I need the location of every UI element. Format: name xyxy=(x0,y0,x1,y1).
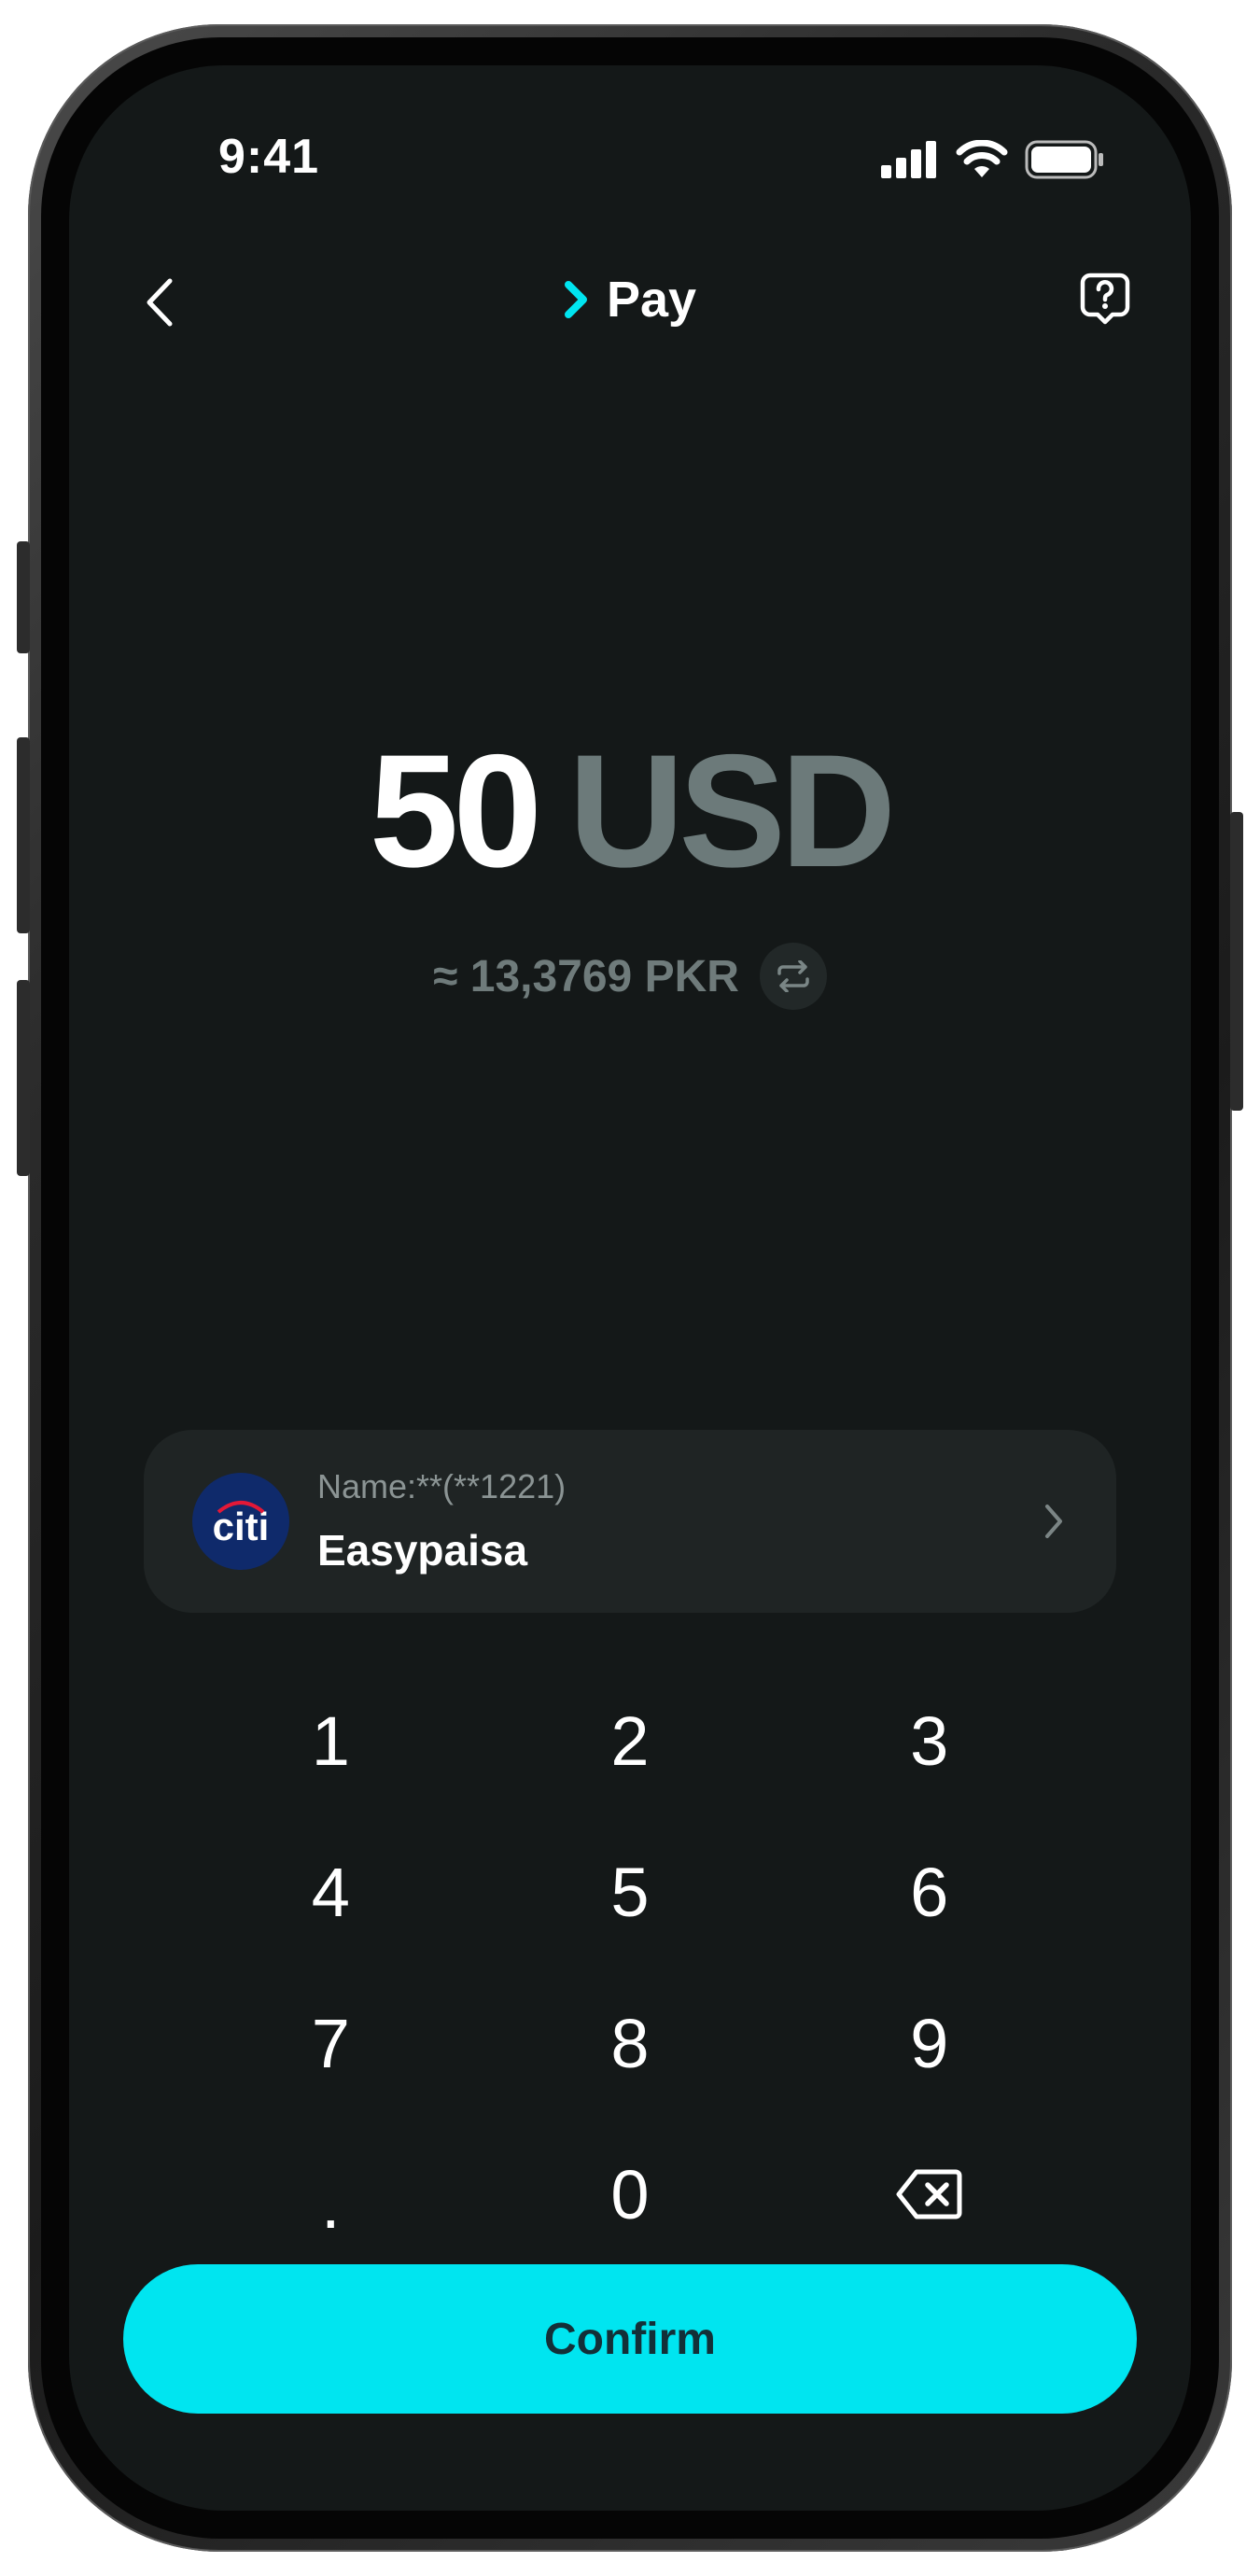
chevron-right-accent-icon xyxy=(564,281,587,318)
status-time: 9:41 xyxy=(218,130,320,184)
help-button[interactable] xyxy=(1075,269,1135,329)
help-bubble-icon xyxy=(1080,273,1130,325)
chevron-right-icon xyxy=(1045,1505,1062,1538)
app-screen: 9:41 Pay 50 USD ≈ 13,3769 PKR citi Name:… xyxy=(69,65,1191,2511)
key-7[interactable]: 7 xyxy=(181,1967,481,2119)
battery-icon xyxy=(1025,140,1103,179)
key-1[interactable]: 1 xyxy=(181,1665,481,1816)
account-bank-name: Easypaisa xyxy=(317,1526,528,1575)
wifi-icon xyxy=(956,140,1008,177)
power-button xyxy=(1230,812,1243,1111)
amount-currency: USD xyxy=(568,721,896,901)
key-3[interactable]: 3 xyxy=(779,1665,1079,1816)
numeric-keypad: 1 2 3 4 5 6 7 8 9 . 0 xyxy=(181,1665,1079,2270)
action-button xyxy=(17,541,30,653)
key-0[interactable]: 0 xyxy=(481,2119,780,2270)
volume-up-button xyxy=(17,737,30,933)
amount-value: 50 xyxy=(369,721,542,901)
bank-logo: citi xyxy=(192,1473,289,1570)
page-title: Pay xyxy=(69,271,1191,329)
payee-account-card[interactable]: citi Name:**(**1221) Easypaisa xyxy=(144,1430,1116,1613)
cellular-signal-icon xyxy=(881,141,936,178)
key-backspace[interactable] xyxy=(779,2119,1079,2270)
key-4[interactable]: 4 xyxy=(181,1816,481,1967)
swap-icon xyxy=(777,960,809,992)
card-chevron xyxy=(1043,1503,1064,1545)
backspace-icon xyxy=(896,2169,962,2219)
amount-display: 50 USD xyxy=(69,719,1191,903)
key-6[interactable]: 6 xyxy=(779,1816,1079,1967)
key-8[interactable]: 8 xyxy=(481,1967,780,2119)
swap-currency-button[interactable] xyxy=(759,943,827,1010)
conversion-row: ≈ 13,3769 PKR xyxy=(69,943,1191,1010)
volume-down-button xyxy=(17,980,30,1176)
account-name-label: Name:**(**1221) xyxy=(317,1467,567,1505)
key-2[interactable]: 2 xyxy=(481,1665,780,1816)
key-5[interactable]: 5 xyxy=(481,1816,780,1967)
page-title-text: Pay xyxy=(606,272,697,328)
status-icons xyxy=(881,140,1105,179)
citi-arc-icon xyxy=(217,1501,265,1514)
key-9[interactable]: 9 xyxy=(779,1967,1079,2119)
key-decimal[interactable]: . xyxy=(181,2119,481,2270)
conversion-text: ≈ 13,3769 PKR xyxy=(433,951,739,1001)
confirm-button[interactable]: Confirm xyxy=(123,2264,1137,2414)
